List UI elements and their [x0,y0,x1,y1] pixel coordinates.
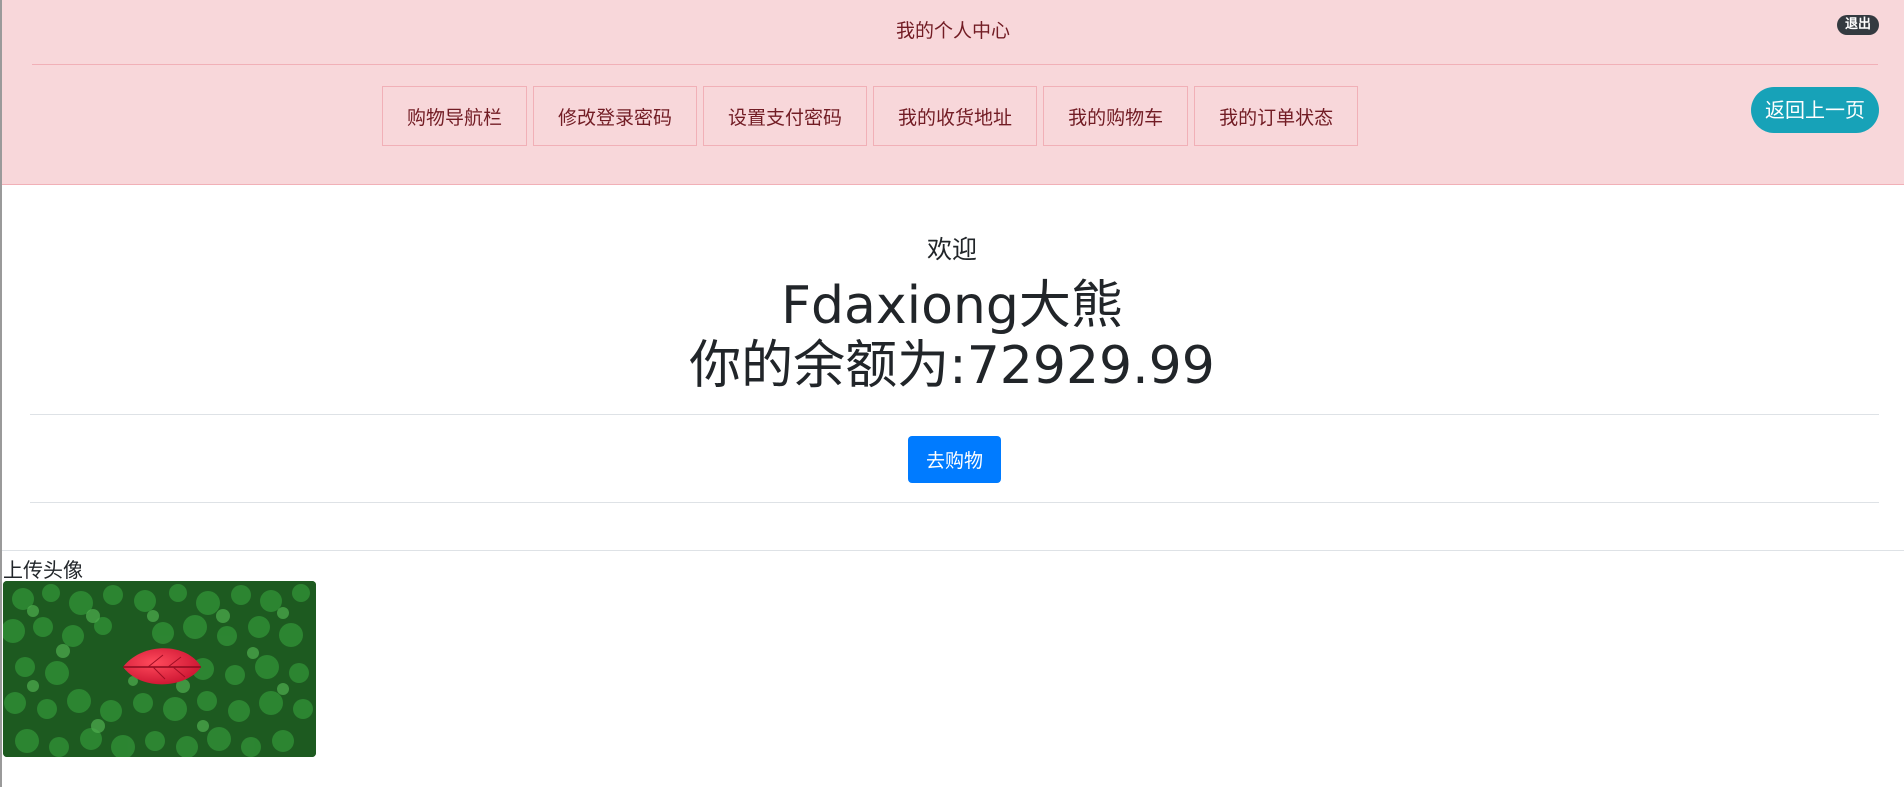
logout-button[interactable]: 退出 [1836,15,1879,35]
avatar[interactable] [3,581,316,757]
nav-item-change-login-password[interactable]: 修改登录密码 [533,86,698,146]
username: Fdaxiong大熊 [781,276,1123,336]
divider [30,502,1879,503]
nav-item-shipping-address[interactable]: 我的收货地址 [873,86,1038,146]
page-title: 我的个人中心 [895,20,1010,42]
nav-item-order-status[interactable]: 我的订单状态 [1194,86,1359,146]
divider [2,550,1904,551]
welcome-text: 欢迎 [926,235,977,264]
avatar-image [3,581,316,757]
nav-item-shopping-guide[interactable]: 购物导航栏 [382,86,528,146]
balance-label: 你的余额为: [689,336,967,396]
divider [30,414,1879,415]
nav-item-set-payment-password[interactable]: 设置支付密码 [703,86,868,146]
upload-avatar-label: 上传头像 [3,558,83,582]
header: 我的个人中心 退出 购物导航栏 修改登录密码 设置支付密码 我的收货地址 我的购… [2,0,1904,185]
header-divider [32,64,1878,65]
nav-item-shopping-cart[interactable]: 我的购物车 [1043,86,1189,146]
balance: 你的余额为:72929.99 [0,336,1904,396]
go-shopping-button[interactable]: 去购物 [908,436,1001,483]
balance-value: 72929.99 [966,336,1215,396]
back-button[interactable]: 返回上一页 [1751,87,1879,133]
nav-bar: 购物导航栏 修改登录密码 设置支付密码 我的收货地址 我的购物车 我的订单状态 [382,86,1359,148]
